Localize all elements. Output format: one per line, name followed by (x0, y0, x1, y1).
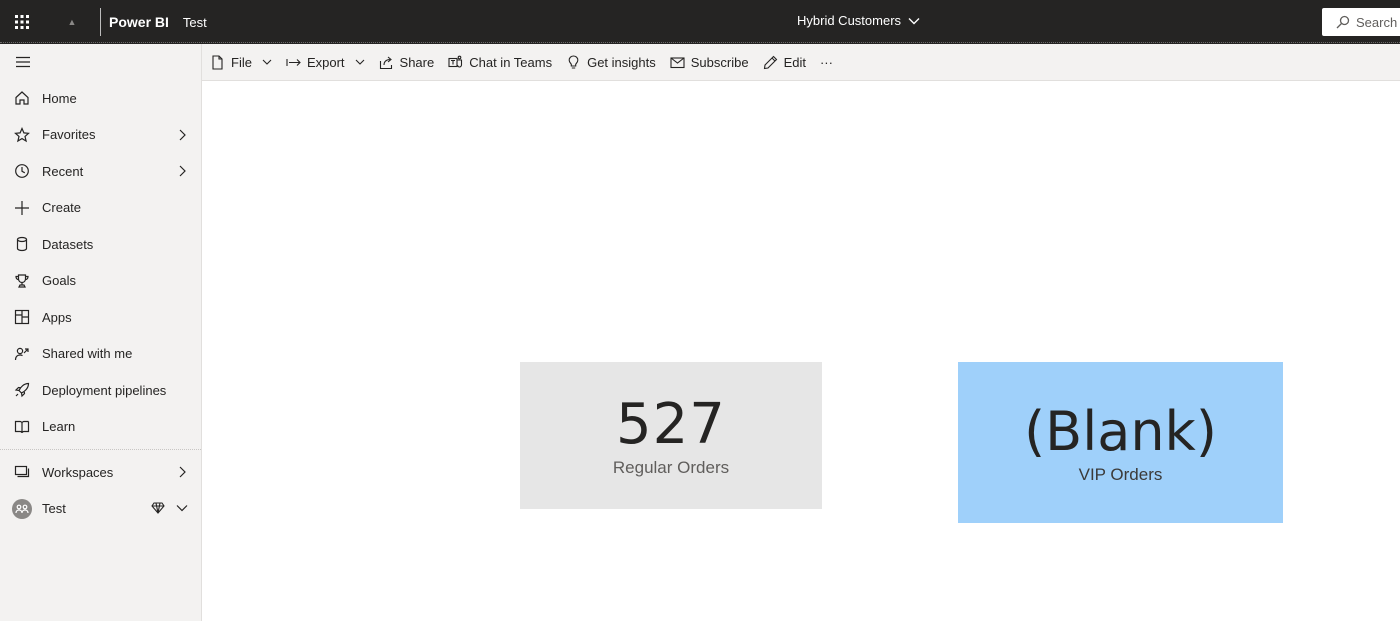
nav-item-label: Workspaces (42, 464, 114, 480)
export-icon (286, 58, 301, 66)
nav-item-workspaces[interactable]: Workspaces (0, 454, 201, 491)
command-bar: File Export Share Chat in Teams Get insi… (202, 44, 1400, 81)
plus-icon (14, 200, 30, 216)
report-title: Hybrid Customers (797, 13, 902, 28)
home-icon (14, 90, 30, 106)
nav-item-label: Apps (42, 309, 72, 325)
nav-item-label: Goals (42, 273, 76, 289)
export-label: Export (306, 54, 345, 70)
breadcrumb-workspace[interactable]: Test (183, 15, 207, 30)
workspace-avatar (12, 498, 32, 519)
chat-in-teams-label: Chat in Teams (469, 54, 553, 70)
nav-item-apps[interactable]: Apps (0, 299, 201, 336)
nav-item-label: Deployment pipelines (42, 382, 167, 398)
trophy-icon (14, 273, 30, 289)
collapse-header-icon[interactable]: ▲ (44, 0, 100, 44)
lightbulb-icon (568, 54, 579, 69)
nav-item-label: Home (42, 90, 77, 106)
search-icon (1336, 15, 1350, 29)
export-menu-button[interactable]: Export (286, 55, 365, 70)
app-launcher-icon[interactable] (0, 0, 44, 44)
shared-icon (14, 346, 30, 362)
nav-item-label: Test (42, 501, 66, 517)
nav-item-current-workspace[interactable]: Test (0, 491, 201, 528)
card-value: 527 (616, 391, 726, 457)
star-icon (14, 126, 30, 143)
edit-label: Edit (783, 54, 806, 70)
nav-item-label: Shared with me (42, 346, 133, 362)
premium-diamond-icon[interactable] (151, 501, 165, 515)
rocket-icon (14, 382, 30, 398)
more-options-icon: ··· (819, 54, 833, 70)
card-label: Regular Orders (612, 457, 730, 477)
chevron-down-icon[interactable] (175, 501, 189, 515)
mail-icon (670, 56, 685, 68)
more-options-button[interactable]: ··· (820, 55, 833, 70)
card-label: VIP Orders (1078, 464, 1163, 484)
nav-item-label: Learn (42, 419, 76, 435)
chevron-right-icon[interactable] (177, 164, 187, 178)
hamburger-menu-icon[interactable] (0, 44, 201, 80)
chevron-right-icon[interactable] (177, 128, 187, 142)
subscribe-button[interactable]: Subscribe (670, 55, 749, 70)
card-vip-orders[interactable]: (Blank) VIP Orders (958, 362, 1283, 523)
nav-item-deployment-pipelines[interactable]: Deployment pipelines (0, 372, 201, 409)
apps-icon (14, 309, 30, 325)
top-app-bar: ▲ Power BI Test Hybrid Customers Search (0, 0, 1400, 44)
pencil-icon (763, 55, 777, 69)
report-title-dropdown[interactable]: Hybrid Customers (797, 13, 921, 28)
nav-item-label: Datasets (42, 236, 94, 252)
search-placeholder: Search (1356, 14, 1398, 30)
share-label: Share (399, 54, 435, 70)
share-button[interactable]: Share (379, 54, 435, 70)
teams-icon (448, 55, 463, 68)
nav-item-recent[interactable]: Recent (0, 153, 201, 190)
card-value: (Blank) (1024, 399, 1217, 463)
chevron-down-icon (262, 59, 272, 65)
book-icon (14, 419, 30, 435)
nav-item-create[interactable]: Create (0, 190, 201, 227)
edit-button[interactable]: Edit (763, 55, 806, 70)
left-navigation: Home Favorites Recent Create Datasets Go… (0, 44, 202, 621)
file-icon (212, 54, 223, 70)
subscribe-label: Subscribe (690, 54, 749, 70)
chevron-right-icon[interactable] (177, 465, 187, 479)
nav-item-goals[interactable]: Goals (0, 263, 201, 300)
database-icon (14, 236, 30, 252)
brand-name[interactable]: Power BI (109, 14, 169, 30)
file-menu-button[interactable]: File (210, 55, 272, 70)
share-icon (379, 56, 392, 69)
clock-icon (14, 163, 30, 179)
nav-item-favorites[interactable]: Favorites (0, 117, 201, 154)
nav-item-label: Create (42, 200, 82, 216)
get-insights-button[interactable]: Get insights (566, 55, 656, 70)
nav-item-label: Recent (42, 163, 84, 179)
nav-item-home[interactable]: Home (0, 80, 201, 117)
nav-item-shared-with-me[interactable]: Shared with me (0, 336, 201, 373)
chevron-down-icon (355, 59, 364, 65)
search-box[interactable]: Search (1322, 8, 1400, 36)
nav-item-learn[interactable]: Learn (0, 409, 201, 446)
workspaces-icon (14, 464, 30, 480)
nav-item-label: Favorites (42, 127, 96, 143)
chat-in-teams-button[interactable]: Chat in Teams (448, 55, 552, 70)
report-canvas: 527 Regular Orders (Blank) VIP Orders (203, 82, 1400, 621)
nav-divider (0, 449, 201, 450)
get-insights-label: Get insights (587, 54, 656, 70)
card-regular-orders[interactable]: 527 Regular Orders (520, 362, 822, 509)
nav-item-datasets[interactable]: Datasets (0, 226, 201, 263)
workspace-actions (151, 501, 189, 515)
file-label: File (231, 54, 252, 70)
brand-divider (100, 8, 101, 36)
chevron-down-icon (908, 17, 920, 24)
